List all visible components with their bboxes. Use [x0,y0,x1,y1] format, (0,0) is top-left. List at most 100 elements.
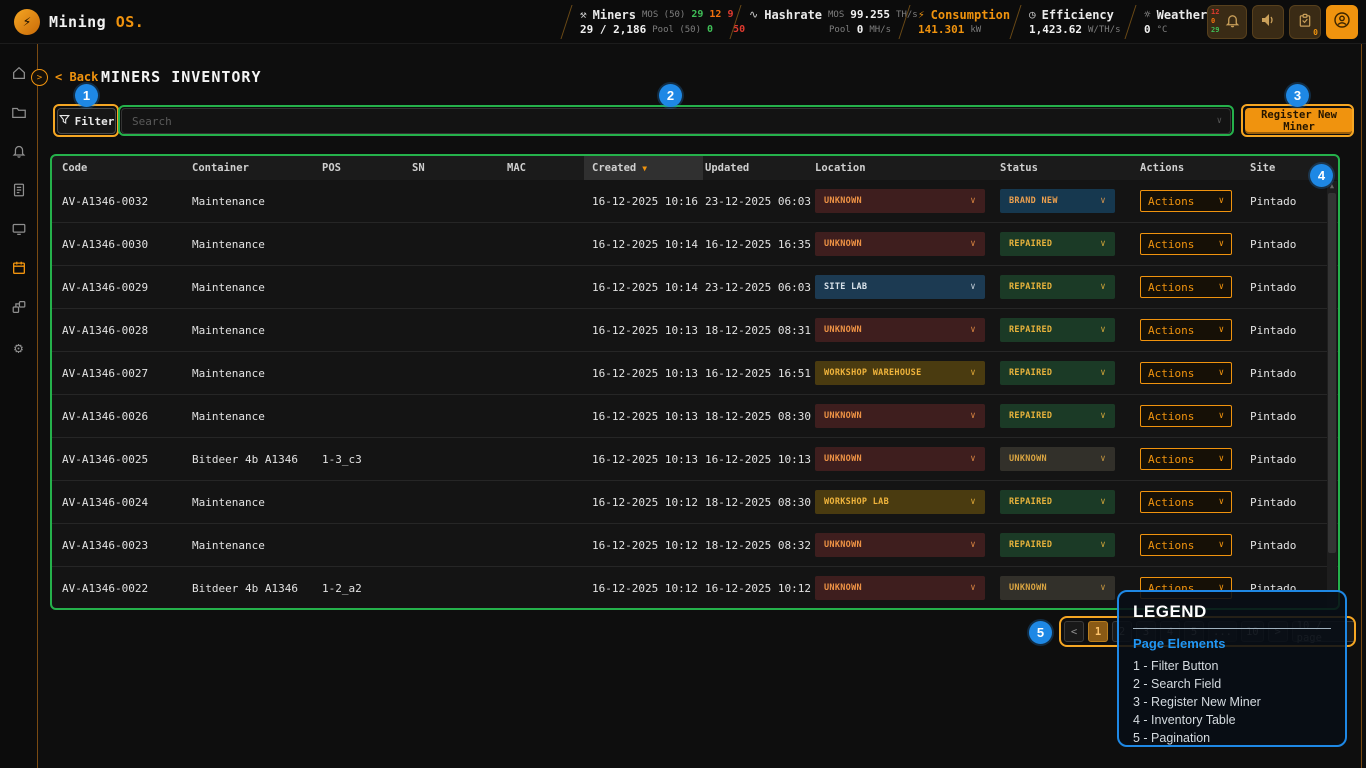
status-select[interactable]: REPAIRED∨ [1000,318,1115,342]
chevron-down-icon: ∨ [1219,196,1224,206]
cell-code: AV-A1346-0024 [60,496,190,509]
status-select[interactable]: REPAIRED∨ [1000,404,1115,428]
sidebar-item-settings[interactable]: ⚙ [6,335,32,361]
sidebar-item-monitor[interactable] [6,218,32,244]
cell-created: 16-12-2025 10:12 [590,496,703,509]
cell-updated: 23-12-2025 06:03 [703,281,813,294]
chevron-down-icon: ∨ [1100,411,1106,421]
content-right-border [1361,44,1362,768]
app-logo[interactable]: ⚡ Mining OS. [0,9,144,35]
col-updated[interactable]: Updated [703,156,813,180]
cell-site: Pintado [1248,238,1324,251]
sidebar-item-inventory[interactable] [6,257,32,283]
cell-updated: 16-12-2025 10:12 [703,582,813,595]
page-button[interactable]: 1 [1088,621,1108,642]
col-sn[interactable]: SN [410,156,505,180]
actions-select[interactable]: Actions∨ [1140,319,1232,341]
speaker-icon [1260,12,1276,32]
table-row: AV-A1346-0030 Maintenance 16-12-2025 10:… [52,223,1338,266]
actions-select[interactable]: Actions∨ [1140,233,1232,255]
cell-site: Pintado [1248,410,1324,423]
status-select[interactable]: REPAIRED∨ [1000,533,1115,557]
cell-site: Pintado [1248,324,1324,337]
chevron-down-icon: ∨ [970,454,976,464]
tasks-button[interactable]: 0 [1289,5,1321,39]
sidebar-item-modules[interactable] [6,296,32,322]
table-scrollbar[interactable]: ▲ [1327,181,1337,608]
col-container[interactable]: Container [190,156,320,180]
table-row: AV-A1346-0032 Maintenance 16-12-2025 10:… [52,180,1338,223]
chevron-down-icon[interactable]: ∨ [1217,116,1230,126]
cell-site: Pintado [1248,281,1324,294]
location-select[interactable]: SITE LAB∨ [815,275,985,299]
legend-items: 1 - Filter Button2 - Search Field3 - Reg… [1133,657,1331,747]
actions-select[interactable]: Actions∨ [1140,362,1232,384]
cell-code: AV-A1346-0032 [60,195,190,208]
stat-hashrate: ∿ Hashrate MOS 99.255 TH/s Pool 0 MH/s [745,0,895,44]
sidebar-item-reports[interactable] [6,179,32,205]
cell-code: AV-A1346-0023 [60,539,190,552]
location-select[interactable]: UNKNOWN∨ [815,533,985,557]
actions-select[interactable]: Actions∨ [1140,276,1232,298]
location-select[interactable]: WORKSHOP WAREHOUSE∨ [815,361,985,385]
col-location[interactable]: Location [813,156,998,180]
actions-select[interactable]: Actions∨ [1140,190,1232,212]
col-pos[interactable]: POS [320,156,410,180]
header-stats: ⚒ Miners MOS (50) 29 12 9 29 / 2,186 Poo… [557,0,1206,44]
calendar-icon [11,260,27,280]
chevron-down-icon: ∨ [1100,325,1106,335]
cell-container: Maintenance [190,410,320,423]
filter-button[interactable]: Filter [57,108,116,134]
col-actions[interactable]: Actions [1138,156,1248,180]
avatar[interactable] [1326,5,1358,39]
stat-weather: ☼ Weather 0 °C [1140,0,1206,44]
register-new-miner-button[interactable]: Register New Miner [1245,108,1353,134]
sidebar-item-home[interactable] [6,62,32,88]
sidebar-item-files[interactable] [6,101,32,127]
location-select[interactable]: UNKNOWN∨ [815,404,985,428]
cell-container: Maintenance [190,539,320,552]
status-select[interactable]: REPAIRED∨ [1000,490,1115,514]
cell-created: 16-12-2025 10:13 [590,453,703,466]
location-select[interactable]: UNKNOWN∨ [815,232,985,256]
status-select[interactable]: REPAIRED∨ [1000,361,1115,385]
status-select[interactable]: UNKNOWN∨ [1000,447,1115,471]
status-select[interactable]: BRAND NEW∨ [1000,189,1115,213]
cell-created: 16-12-2025 10:16 [590,195,703,208]
location-select[interactable]: UNKNOWN∨ [815,189,985,213]
avatar-icon [1333,11,1351,33]
chevron-down-icon: ∨ [1219,282,1224,292]
cell-code: AV-A1346-0026 [60,410,190,423]
bolt-icon: ⚡ [14,9,40,35]
sidebar: ⚙ [0,44,38,768]
status-select[interactable]: UNKNOWN∨ [1000,576,1115,600]
notifications-button[interactable]: 12 0 29 [1207,5,1247,39]
search-input[interactable] [122,115,1217,128]
bell-icon [1225,13,1240,32]
col-code[interactable]: Code [60,156,190,180]
scrollbar-thumb[interactable] [1328,193,1336,553]
col-created[interactable]: Created▼ [584,156,703,180]
page-prev-button[interactable]: < [1064,621,1084,642]
actions-select[interactable]: Actions∨ [1140,534,1232,556]
location-select[interactable]: UNKNOWN∨ [815,447,985,471]
actions-select[interactable]: Actions∨ [1140,448,1232,470]
location-select[interactable]: WORKSHOP LAB∨ [815,490,985,514]
actions-select[interactable]: Actions∨ [1140,405,1232,427]
actions-select[interactable]: Actions∨ [1140,491,1232,513]
status-select[interactable]: REPAIRED∨ [1000,232,1115,256]
location-select[interactable]: UNKNOWN∨ [815,576,985,600]
sidebar-expand-button[interactable]: > [31,69,48,86]
col-mac[interactable]: MAC [505,156,590,180]
annotation-badge-2: 2 [659,84,682,107]
col-status[interactable]: Status [998,156,1138,180]
status-select[interactable]: REPAIRED∨ [1000,275,1115,299]
back-link[interactable]: < Back [55,70,98,84]
location-select[interactable]: UNKNOWN∨ [815,318,985,342]
mute-button[interactable] [1252,5,1284,39]
sidebar-item-alerts[interactable] [6,140,32,166]
modules-icon [11,299,27,319]
cell-updated: 16-12-2025 16:51 [703,367,813,380]
chevron-down-icon: ∨ [970,497,976,507]
cell-code: AV-A1346-0022 [60,582,190,595]
